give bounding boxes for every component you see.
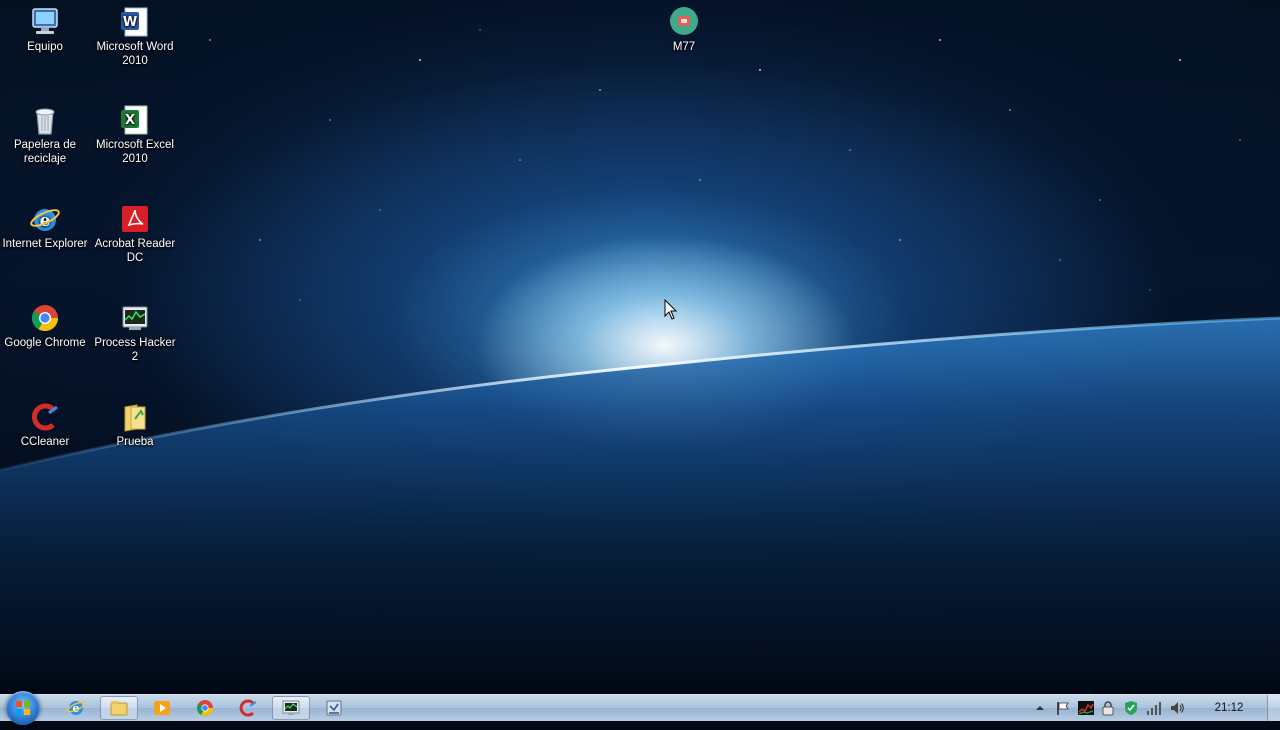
process-hacker-icon (119, 302, 151, 334)
folder-icon (119, 401, 151, 433)
taskbar-media-player[interactable] (143, 696, 181, 720)
acrobat-reader-icon (119, 203, 151, 235)
media-player-icon (154, 701, 170, 715)
security-lock-icon[interactable] (1099, 698, 1117, 718)
desktop-icon-label: Microsoft Excel 2010 (96, 139, 174, 165)
desktop-icon-label: Microsoft Word 2010 (96, 41, 174, 67)
desktop-icon-process-hacker[interactable]: Process Hacker 2 (90, 302, 180, 364)
recycle-bin-icon (29, 104, 61, 136)
desktop-icon-label: Internet Explorer (2, 238, 88, 250)
internet-explorer-icon: e (67, 701, 85, 715)
svg-text:X: X (125, 113, 135, 128)
network-signal-icon[interactable] (1145, 698, 1163, 718)
show-hidden-icons-icon[interactable] (1031, 698, 1049, 718)
volume-icon[interactable] (1168, 698, 1186, 718)
desktop-icon-papelera[interactable]: Papelera de reciclaje (0, 104, 90, 166)
excel-icon: X (119, 104, 151, 136)
show-desktop-button[interactable] (1267, 695, 1280, 721)
desktop-icon-word[interactable]: W Microsoft Word 2010 (90, 6, 180, 68)
desktop-icon-label: M77 (672, 41, 696, 53)
desktop-icon-label: Process Hacker 2 (94, 337, 176, 363)
desktop-background: Equipo W Microsoft Word 2010 Papelera de… (0, 0, 1280, 694)
desktop-icon-label: CCleaner (20, 436, 70, 448)
starfield (209, 29, 1241, 301)
cpu-graph-icon[interactable] (1077, 698, 1095, 718)
antivirus-shield-icon[interactable] (1122, 698, 1140, 718)
network-tool-icon (326, 700, 342, 716)
word-icon: W (119, 6, 151, 38)
desktop-icon-acrobat[interactable]: Acrobat Reader DC (90, 203, 180, 265)
taskbar-chrome[interactable] (186, 696, 224, 720)
internet-explorer-icon: e (29, 203, 61, 235)
taskbar-process-hacker[interactable] (272, 696, 310, 720)
chrome-icon (197, 700, 213, 716)
action-center-flag-icon[interactable] (1054, 698, 1072, 718)
svg-text:W: W (123, 15, 137, 30)
desktop-icon-m77[interactable]: M77 (639, 6, 729, 54)
process-hacker-icon (282, 700, 300, 715)
desktop-icon-excel[interactable]: X Microsoft Excel 2010 (90, 104, 180, 166)
taskbar: e 21:12 (0, 691, 1280, 725)
mouse-cursor-icon (664, 299, 678, 320)
chrome-icon (29, 302, 61, 334)
taskbar-network-tool[interactable] (315, 696, 353, 720)
explorer-folder-icon (110, 701, 128, 716)
desktop-icon-equipo[interactable]: Equipo (0, 6, 90, 54)
desktop-icon-label: Prueba (116, 436, 154, 448)
desktop-icon-label: Google Chrome (4, 337, 86, 349)
desktop-icon-label: Acrobat Reader DC (94, 238, 176, 264)
desktop-icon-chrome[interactable]: Google Chrome (0, 302, 90, 350)
desktop-icon-ccleaner[interactable]: CCleaner (0, 401, 90, 449)
ccleaner-icon (29, 401, 61, 433)
desktop-icon-label: Equipo (27, 41, 63, 53)
ccleaner-icon (239, 699, 257, 717)
taskbar-ccleaner[interactable] (229, 696, 267, 720)
taskbar-internet-explorer[interactable]: e (57, 696, 95, 720)
computer-icon (29, 6, 61, 38)
planet-horizon (0, 316, 1280, 694)
taskbar-explorer[interactable] (100, 696, 138, 720)
system-clock[interactable]: 21:12 (1200, 695, 1258, 721)
m77-icon (668, 6, 700, 38)
desktop-icon-internet-explorer[interactable]: e Internet Explorer (0, 203, 90, 251)
desktop-icon-prueba[interactable]: Prueba (90, 401, 180, 449)
desktop-icon-label: Papelera de reciclaje (13, 139, 77, 165)
